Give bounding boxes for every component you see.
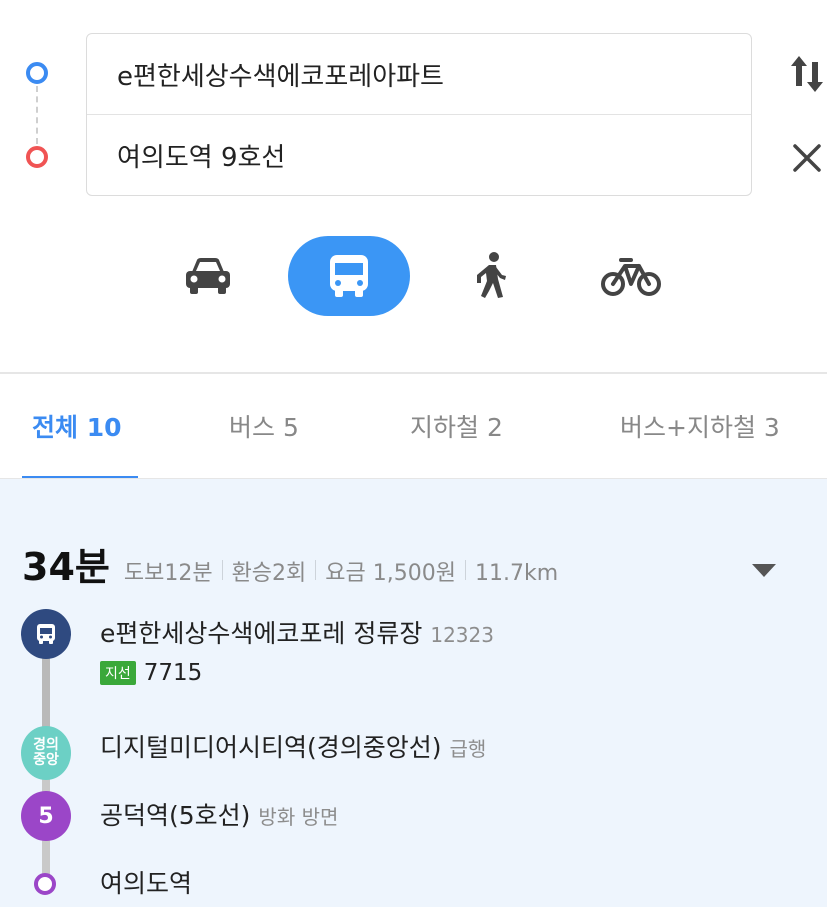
route-dashed-line: [36, 86, 38, 144]
mode-walk-button[interactable]: [431, 236, 553, 316]
mode-car-button[interactable]: [147, 236, 269, 316]
tab-bus[interactable]: 버스 5: [229, 408, 299, 444]
step-bus-stop[interactable]: e편한세상수색에코포레 정류장 12323: [100, 614, 494, 650]
express-label: 급행: [449, 737, 487, 761]
mode-bike-button[interactable]: [570, 236, 692, 316]
step-name: 여의도역: [100, 869, 193, 898]
car-icon: [186, 258, 230, 294]
branch-bus-badge: 지선: [100, 661, 136, 685]
step-transfer-station[interactable]: 디지털미디어시티역(경의중앙선) 급행: [100, 728, 486, 764]
destination-input[interactable]: 여의도역 9호선: [87, 115, 751, 196]
bicycle-icon: [601, 258, 661, 296]
triangle-down-icon[interactable]: [750, 560, 778, 580]
mode-bus-button[interactable]: [288, 236, 410, 316]
tab-subway[interactable]: 지하철 2: [410, 408, 503, 444]
origin-input[interactable]: e편한세상수색에코포레아파트: [87, 34, 751, 115]
tab-bus-subway[interactable]: 버스+지하철 3: [620, 408, 780, 444]
separator: [315, 560, 317, 580]
walking-icon: [477, 252, 506, 298]
stop-number: 12323: [430, 623, 494, 647]
step-name: 디지털미디어시티역(경의중앙선): [100, 733, 442, 762]
step-destination[interactable]: 여의도역: [100, 864, 192, 900]
divider: [0, 372, 827, 374]
bus-stop-node: [21, 609, 71, 659]
direction-label: 방화 방면: [258, 805, 339, 829]
walk-time: 도보12분: [123, 561, 213, 586]
transfer-count: 환승2회: [231, 561, 307, 586]
fare: 요금 1,500원: [325, 561, 456, 586]
origin-dot: [26, 62, 48, 84]
tab-all[interactable]: 전체 10: [32, 408, 122, 444]
step-name: e편한세상수색에코포레 정류장: [100, 619, 423, 648]
route-summary: 34분 도보12분 환승2회 요금 1,500원 11.7km: [22, 536, 558, 591]
gyeongui-line-label: 경의 중앙: [33, 737, 59, 768]
bus-number: 7715: [143, 660, 203, 686]
distance: 11.7km: [474, 561, 559, 586]
route-duration: 34분: [22, 545, 110, 589]
gyeongui-line-node: 경의 중앙: [21, 726, 71, 780]
destination-node: [34, 873, 56, 895]
separator: [464, 560, 466, 580]
swap-arrows-icon[interactable]: [787, 52, 827, 96]
destination-dot: [26, 146, 48, 168]
route-indicator: [26, 62, 48, 172]
line-5-node: 5: [21, 791, 71, 841]
line-5-label: 5: [38, 803, 54, 829]
step-transfer-station[interactable]: 공덕역(5호선) 방화 방면: [100, 796, 338, 832]
bus-route[interactable]: 지선 7715: [100, 660, 202, 686]
separator: [221, 560, 223, 580]
close-icon[interactable]: [789, 140, 825, 176]
step-name: 공덕역(5호선): [100, 801, 251, 830]
route-search-box: e편한세상수색에코포레아파트 여의도역 9호선: [86, 33, 752, 196]
bus-icon: [37, 624, 55, 644]
bus-icon: [330, 255, 368, 297]
